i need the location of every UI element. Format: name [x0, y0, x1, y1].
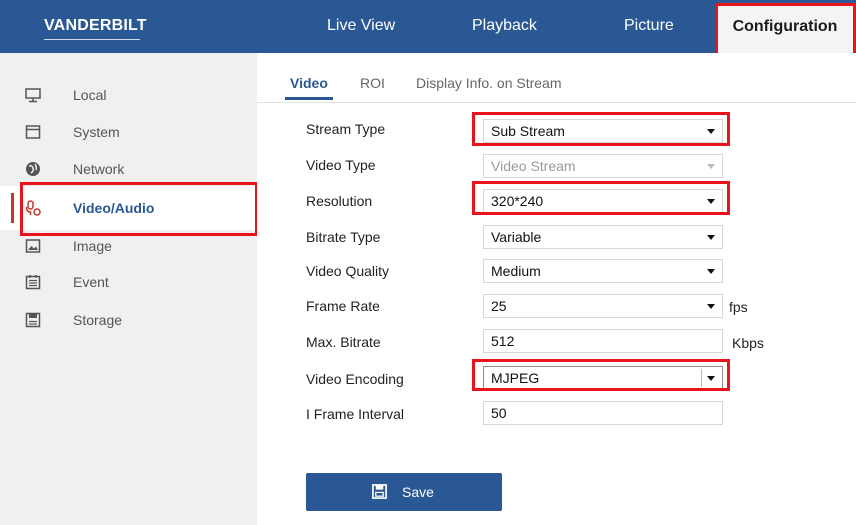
- image-icon: [25, 239, 41, 253]
- nav-live-view[interactable]: Live View: [327, 17, 395, 35]
- bitrate-type-select[interactable]: Variable: [483, 225, 723, 249]
- sidebar-item-label: Local: [73, 87, 107, 103]
- sidebar-item-image[interactable]: Image: [0, 231, 257, 261]
- frame-rate-label: Frame Rate: [306, 298, 380, 314]
- storage-icon: [25, 312, 41, 328]
- sidebar-item-storage[interactable]: Storage: [0, 305, 257, 335]
- microphone-settings-icon: [25, 200, 41, 216]
- resolution-label: Resolution: [306, 193, 373, 209]
- max-bitrate-label: Max. Bitrate: [306, 334, 381, 350]
- nav-playback[interactable]: Playback: [472, 17, 537, 35]
- vanderbilt-logo: VANDERBILT: [44, 17, 147, 40]
- save-label: Save: [402, 484, 434, 500]
- sidebar-item-video-audio[interactable]: Video/Audio: [0, 186, 257, 230]
- top-nav-bar: VANDERBILT Live View Playback Picture Co…: [0, 0, 856, 53]
- active-marker: [11, 193, 14, 223]
- resolution-value: 320*240: [491, 193, 544, 209]
- chevron-down-icon: [707, 235, 715, 240]
- sidebar-item-event[interactable]: Event: [0, 267, 257, 297]
- sidebar-item-label: Network: [73, 161, 125, 177]
- nav-configuration[interactable]: Configuration: [717, 5, 853, 53]
- chevron-down-icon: [707, 304, 715, 309]
- video-quality-label: Video Quality: [306, 263, 390, 279]
- chevron-down-icon: [707, 164, 715, 169]
- tab-active-underline: [285, 97, 333, 100]
- floppy-disk-icon: [372, 484, 387, 499]
- chevron-down-icon: [707, 199, 715, 204]
- i-frame-interval-input[interactable]: [483, 401, 723, 425]
- globe-icon: [26, 162, 40, 176]
- video-encoding-label: Video Encoding: [306, 371, 404, 387]
- main-panel: Video ROI Display Info. on Stream Stream…: [257, 53, 856, 525]
- bitrate-type-label: Bitrate Type: [306, 229, 381, 245]
- stream-type-value: Sub Stream: [491, 123, 565, 139]
- max-bitrate-input[interactable]: [483, 329, 723, 353]
- sidebar-item-system[interactable]: System: [0, 117, 257, 147]
- video-type-value: Video Stream: [491, 158, 576, 174]
- sidebar-item-label: Event: [73, 274, 109, 290]
- dropdown-separator: [701, 369, 702, 387]
- nav-picture[interactable]: Picture: [624, 17, 674, 35]
- i-frame-interval-label: I Frame Interval: [306, 406, 405, 422]
- sidebar-item-label: System: [73, 124, 120, 140]
- stream-type-select[interactable]: Sub Stream: [483, 119, 723, 143]
- sidebar-item-label: Video/Audio: [73, 200, 155, 216]
- video-quality-value: Medium: [491, 263, 541, 279]
- video-type-label: Video Type: [306, 157, 376, 173]
- monitor-icon: [25, 88, 41, 103]
- stream-type-label: Stream Type: [306, 121, 386, 137]
- chevron-down-icon: [707, 376, 715, 381]
- logo-text: VANDERBILT: [44, 17, 147, 34]
- tab-display-info[interactable]: Display Info. on Stream: [416, 75, 562, 91]
- bitrate-type-value: Variable: [491, 229, 542, 245]
- sidebar-item-label: Image: [73, 238, 112, 254]
- video-type-select[interactable]: Video Stream: [483, 154, 723, 178]
- tab-roi[interactable]: ROI: [360, 75, 385, 91]
- frame-rate-unit: fps: [729, 299, 748, 315]
- sidebar-item-label: Storage: [73, 312, 123, 328]
- frame-rate-select[interactable]: 25: [483, 294, 723, 318]
- window-icon: [25, 125, 41, 139]
- logo-underline: [44, 39, 140, 40]
- chevron-down-icon: [707, 269, 715, 274]
- tab-bar: Video ROI Display Info. on Stream: [257, 53, 856, 103]
- video-quality-select[interactable]: Medium: [483, 259, 723, 283]
- max-bitrate-unit: Kbps: [732, 335, 764, 351]
- resolution-select[interactable]: 320*240: [483, 189, 723, 213]
- save-button[interactable]: Save: [306, 473, 502, 511]
- sidebar-item-network[interactable]: Network: [0, 154, 257, 184]
- tab-video[interactable]: Video: [290, 75, 328, 91]
- video-encoding-select[interactable]: MJPEG: [483, 366, 723, 390]
- sidebar-item-local[interactable]: Local: [0, 80, 257, 110]
- chevron-down-icon: [707, 129, 715, 134]
- frame-rate-value: 25: [491, 298, 507, 314]
- calendar-icon: [25, 275, 41, 290]
- sidebar: Local System Network Video/Audio Image E…: [0, 53, 257, 525]
- video-encoding-value: MJPEG: [491, 370, 540, 386]
